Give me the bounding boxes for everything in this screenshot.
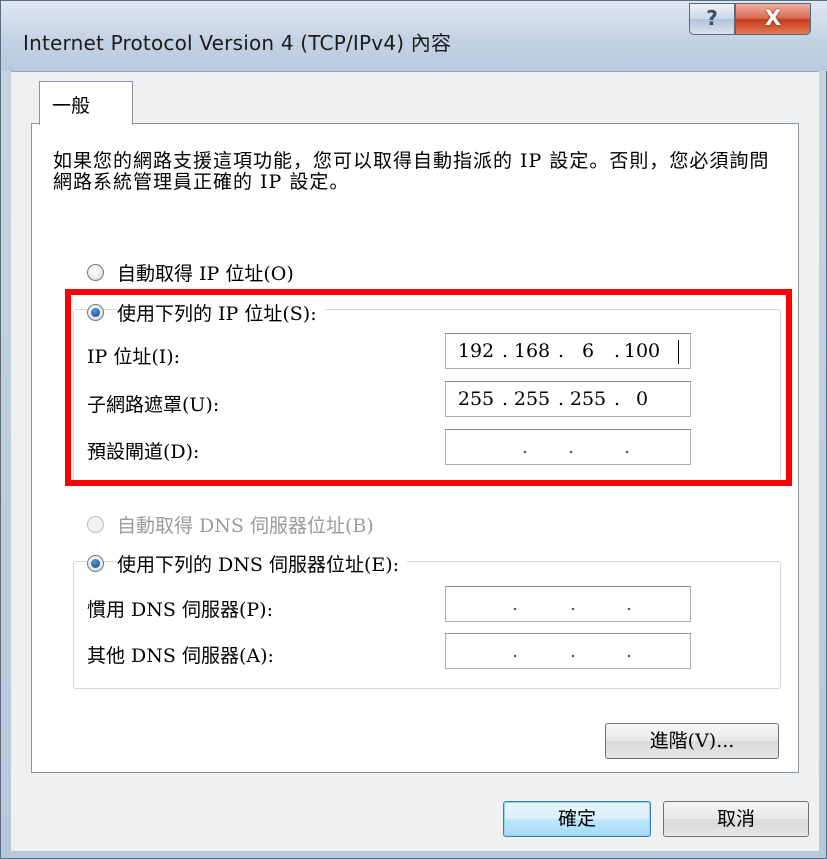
radio-manual-dns-label[interactable]: 使用下列的 DNS 伺服器位址(E): (117, 550, 408, 577)
octet-separator: . (614, 340, 621, 362)
tab-general-label: 一般 (52, 95, 91, 117)
octet-separator: . (626, 640, 633, 662)
alternate-dns-field[interactable]: . . . (445, 633, 691, 669)
radio-manual-dns[interactable] (87, 555, 104, 572)
octet-separator: . (558, 340, 565, 362)
intro-text: 如果您的網路支援這項功能，您可以取得自動指派的 IP 設定。否則，您必須詢問網路… (53, 150, 770, 193)
octet-separator: . (570, 593, 577, 615)
octet-separator: . (522, 436, 529, 458)
octet-separator: . (512, 640, 519, 662)
octet-separator: . (558, 388, 565, 410)
close-button[interactable]: X (735, 3, 811, 35)
radio-auto-dns-label[interactable]: 自動取得 DNS 伺服器位址(B) (117, 511, 374, 538)
title-bar[interactable]: Internet Protocol Version 4 (TCP/IPv4) 內… (1, 1, 827, 71)
radio-manual-ip-label[interactable]: 使用下列的 IP 位址(S): (117, 299, 325, 326)
radio-manual-ip[interactable] (87, 304, 104, 321)
subnet-mask-octet-1: 255 (457, 388, 495, 410)
radio-auto-dns[interactable] (87, 516, 104, 533)
ip-address-octet-1: 192 (457, 340, 495, 362)
ip-address-label: IP 位址(I): (87, 346, 181, 368)
ip-address-octet-2: 168 (513, 340, 551, 362)
window-title: Internet Protocol Version 4 (TCP/IPv4) 內… (23, 31, 452, 55)
subnet-mask-octet-3: 255 (569, 388, 607, 410)
ip-address-octet-4: 100 (623, 340, 661, 362)
help-button[interactable]: ? (689, 3, 735, 35)
subnet-mask-octet-4: 0 (635, 388, 649, 410)
text-caret (678, 340, 679, 364)
close-icon: X (764, 6, 782, 30)
radio-auto-ip-label[interactable]: 自動取得 IP 位址(O) (117, 259, 294, 286)
ip-address-field[interactable]: 192 . 168 . 6 . 100 (445, 333, 691, 369)
octet-separator: . (626, 593, 633, 615)
dns-server-group (73, 561, 781, 689)
help-icon: ? (706, 6, 718, 30)
ok-button[interactable]: 確定 (503, 801, 651, 837)
ip-address-octet-3: 6 (581, 340, 595, 362)
dialog-window: Internet Protocol Version 4 (TCP/IPv4) 內… (0, 0, 827, 859)
cancel-button[interactable]: 取消 (663, 801, 809, 837)
preferred-dns-label: 慣用 DNS 伺服器(P): (87, 599, 273, 621)
subnet-mask-label: 子網路遮罩(U): (87, 394, 220, 416)
default-gateway-field[interactable]: . . . (445, 429, 691, 465)
tab-general[interactable]: 一般 (39, 81, 133, 125)
octet-separator: . (512, 593, 519, 615)
advanced-button[interactable]: 進階(V)... (605, 723, 779, 759)
default-gateway-label: 預設閘道(D): (87, 441, 200, 463)
subnet-mask-octet-2: 255 (513, 388, 551, 410)
octet-separator: . (570, 640, 577, 662)
octet-separator: . (624, 436, 631, 458)
alternate-dns-label: 其他 DNS 伺服器(A): (87, 645, 274, 667)
octet-separator: . (502, 340, 509, 362)
octet-separator: . (614, 388, 621, 410)
octet-separator: . (568, 436, 575, 458)
subnet-mask-field[interactable]: 255 . 255 . 255 . 0 (445, 381, 691, 417)
radio-auto-ip[interactable] (87, 264, 104, 281)
preferred-dns-field[interactable]: . . . (445, 586, 691, 622)
octet-separator: . (502, 388, 509, 410)
